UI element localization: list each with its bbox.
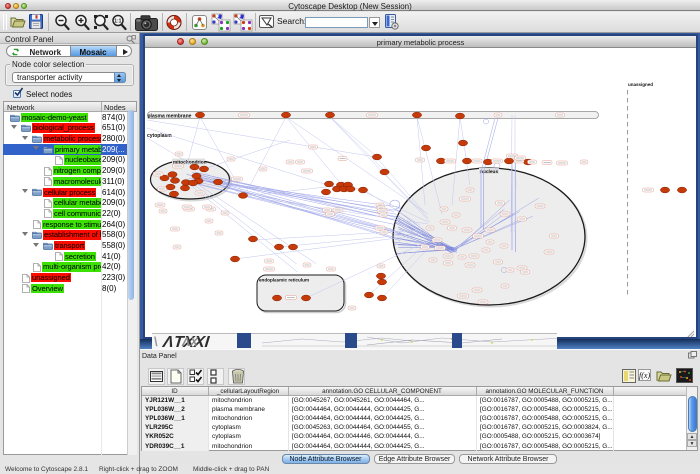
svg-text:1:1: 1:1	[114, 19, 121, 25]
svg-text:plasma membrane: plasma membrane	[148, 114, 192, 120]
svg-text:ΛΧ: ΛΧ	[181, 335, 199, 349]
svg-text:nucleus: nucleus	[480, 169, 498, 175]
svg-text:endoplasmic reticulum: endoplasmic reticulum	[259, 278, 309, 283]
svg-text:\: \	[154, 334, 158, 349]
svg-text:cytoplasm: cytoplasm	[147, 133, 172, 139]
svg-text:unassigned: unassigned	[628, 82, 653, 87]
